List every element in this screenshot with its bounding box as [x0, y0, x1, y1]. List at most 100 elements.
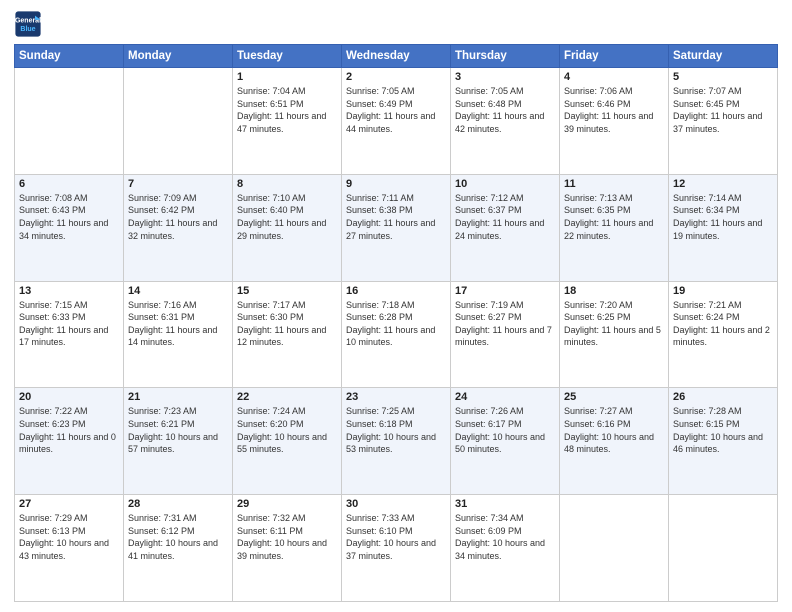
- calendar-table: SundayMondayTuesdayWednesdayThursdayFrid…: [14, 44, 778, 602]
- day-info: Sunrise: 7:21 AMSunset: 6:24 PMDaylight:…: [673, 299, 773, 349]
- day-info: Sunrise: 7:04 AMSunset: 6:51 PMDaylight:…: [237, 85, 337, 135]
- weekday-header: Wednesday: [342, 45, 451, 68]
- calendar-cell: 7 Sunrise: 7:09 AMSunset: 6:42 PMDaylight…: [124, 174, 233, 281]
- day-info: Sunrise: 7:22 AMSunset: 6:23 PMDaylight:…: [19, 405, 119, 455]
- day-info: Sunrise: 7:18 AMSunset: 6:28 PMDaylight:…: [346, 299, 446, 349]
- calendar-cell: 25 Sunrise: 7:27 AMSunset: 6:16 PMDayligh…: [560, 388, 669, 495]
- day-number: 16: [346, 285, 446, 297]
- day-info: Sunrise: 7:11 AMSunset: 6:38 PMDaylight:…: [346, 192, 446, 242]
- day-number: 28: [128, 498, 228, 510]
- day-info: Sunrise: 7:12 AMSunset: 6:37 PMDaylight:…: [455, 192, 555, 242]
- weekday-header: Saturday: [669, 45, 778, 68]
- weekday-header: Tuesday: [233, 45, 342, 68]
- calendar-cell: [669, 495, 778, 602]
- calendar-cell: 27 Sunrise: 7:29 AMSunset: 6:13 PMDayligh…: [15, 495, 124, 602]
- day-number: 4: [564, 71, 664, 83]
- day-number: 19: [673, 285, 773, 297]
- calendar-cell: 26 Sunrise: 7:28 AMSunset: 6:15 PMDayligh…: [669, 388, 778, 495]
- day-number: 20: [19, 391, 119, 403]
- calendar-cell: 2Sunrise: 7:05 AMSunset: 6:49 PMDaylight…: [342, 68, 451, 175]
- day-info: Sunrise: 7:29 AMSunset: 6:13 PMDaylight:…: [19, 512, 119, 562]
- calendar-week-row: 20 Sunrise: 7:22 AMSunset: 6:23 PMDayligh…: [15, 388, 778, 495]
- weekday-header: Friday: [560, 45, 669, 68]
- calendar-cell: 21Sunrise: 7:23 AMSunset: 6:21 PMDayligh…: [124, 388, 233, 495]
- calendar-cell: 14 Sunrise: 7:16 AMSunset: 6:31 PMDayligh…: [124, 281, 233, 388]
- day-info: Sunrise: 7:13 AMSunset: 6:35 PMDaylight:…: [564, 192, 664, 242]
- calendar-week-row: 27 Sunrise: 7:29 AMSunset: 6:13 PMDayligh…: [15, 495, 778, 602]
- day-number: 3: [455, 71, 555, 83]
- day-info: Sunrise: 7:05 AMSunset: 6:49 PMDaylight:…: [346, 85, 446, 135]
- calendar-cell: 8 Sunrise: 7:10 AMSunset: 6:40 PMDaylight…: [233, 174, 342, 281]
- day-number: 31: [455, 498, 555, 510]
- calendar-cell: 10 Sunrise: 7:12 AMSunset: 6:37 PMDayligh…: [451, 174, 560, 281]
- day-number: 6: [19, 178, 119, 190]
- day-number: 8: [237, 178, 337, 190]
- calendar-cell: 29Sunrise: 7:32 AMSunset: 6:11 PMDayligh…: [233, 495, 342, 602]
- day-number: 11: [564, 178, 664, 190]
- day-number: 26: [673, 391, 773, 403]
- day-info: Sunrise: 7:14 AMSunset: 6:34 PMDaylight:…: [673, 192, 773, 242]
- day-info: Sunrise: 7:16 AMSunset: 6:31 PMDaylight:…: [128, 299, 228, 349]
- day-info: Sunrise: 7:07 AMSunset: 6:45 PMDaylight:…: [673, 85, 773, 135]
- calendar-cell: 22Sunrise: 7:24 AMSunset: 6:20 PMDayligh…: [233, 388, 342, 495]
- day-info: Sunrise: 7:17 AMSunset: 6:30 PMDaylight:…: [237, 299, 337, 349]
- day-info: Sunrise: 7:26 AMSunset: 6:17 PMDaylight:…: [455, 405, 555, 455]
- day-info: Sunrise: 7:19 AMSunset: 6:27 PMDaylight:…: [455, 299, 555, 349]
- day-info: Sunrise: 7:10 AMSunset: 6:40 PMDaylight:…: [237, 192, 337, 242]
- day-info: Sunrise: 7:05 AMSunset: 6:48 PMDaylight:…: [455, 85, 555, 135]
- calendar-cell: 15Sunrise: 7:17 AMSunset: 6:30 PMDayligh…: [233, 281, 342, 388]
- calendar-cell: 5Sunrise: 7:07 AMSunset: 6:45 PMDaylight…: [669, 68, 778, 175]
- calendar-cell: 30 Sunrise: 7:33 AMSunset: 6:10 PMDayligh…: [342, 495, 451, 602]
- day-number: 1: [237, 71, 337, 83]
- svg-text:Blue: Blue: [20, 26, 35, 33]
- day-number: 24: [455, 391, 555, 403]
- day-number: 25: [564, 391, 664, 403]
- logo: General Blue: [14, 10, 44, 38]
- day-number: 10: [455, 178, 555, 190]
- calendar-cell: 6 Sunrise: 7:08 AMSunset: 6:43 PMDaylight…: [15, 174, 124, 281]
- calendar-cell: 12 Sunrise: 7:14 AMSunset: 6:34 PMDayligh…: [669, 174, 778, 281]
- weekday-header: Sunday: [15, 45, 124, 68]
- weekday-header: Monday: [124, 45, 233, 68]
- calendar-cell: 31 Sunrise: 7:34 AMSunset: 6:09 PMDayligh…: [451, 495, 560, 602]
- day-number: 17: [455, 285, 555, 297]
- calendar-week-row: 1 Sunrise: 7:04 AMSunset: 6:51 PMDaylight…: [15, 68, 778, 175]
- calendar-cell: 17 Sunrise: 7:19 AMSunset: 6:27 PMDayligh…: [451, 281, 560, 388]
- day-number: 9: [346, 178, 446, 190]
- calendar-cell: [15, 68, 124, 175]
- calendar-week-row: 6 Sunrise: 7:08 AMSunset: 6:43 PMDaylight…: [15, 174, 778, 281]
- calendar-cell: 16 Sunrise: 7:18 AMSunset: 6:28 PMDayligh…: [342, 281, 451, 388]
- day-number: 14: [128, 285, 228, 297]
- day-info: Sunrise: 7:06 AMSunset: 6:46 PMDaylight:…: [564, 85, 664, 135]
- day-info: Sunrise: 7:27 AMSunset: 6:16 PMDaylight:…: [564, 405, 664, 455]
- calendar-week-row: 13Sunrise: 7:15 AMSunset: 6:33 PMDayligh…: [15, 281, 778, 388]
- calendar-cell: 23 Sunrise: 7:25 AMSunset: 6:18 PMDayligh…: [342, 388, 451, 495]
- page: General Blue SundayMondayTuesdayWednesda…: [0, 0, 792, 612]
- calendar-cell: 11 Sunrise: 7:13 AMSunset: 6:35 PMDayligh…: [560, 174, 669, 281]
- day-number: 30: [346, 498, 446, 510]
- day-info: Sunrise: 7:09 AMSunset: 6:42 PMDaylight:…: [128, 192, 228, 242]
- logo-icon: General Blue: [14, 10, 42, 38]
- calendar-cell: 9 Sunrise: 7:11 AMSunset: 6:38 PMDaylight…: [342, 174, 451, 281]
- day-info: Sunrise: 7:28 AMSunset: 6:15 PMDaylight:…: [673, 405, 773, 455]
- calendar-cell: 28Sunrise: 7:31 AMSunset: 6:12 PMDayligh…: [124, 495, 233, 602]
- calendar-cell: 13Sunrise: 7:15 AMSunset: 6:33 PMDayligh…: [15, 281, 124, 388]
- day-info: Sunrise: 7:34 AMSunset: 6:09 PMDaylight:…: [455, 512, 555, 562]
- calendar-cell: 18Sunrise: 7:20 AMSunset: 6:25 PMDayligh…: [560, 281, 669, 388]
- day-info: Sunrise: 7:33 AMSunset: 6:10 PMDaylight:…: [346, 512, 446, 562]
- day-info: Sunrise: 7:08 AMSunset: 6:43 PMDaylight:…: [19, 192, 119, 242]
- day-info: Sunrise: 7:20 AMSunset: 6:25 PMDaylight:…: [564, 299, 664, 349]
- day-number: 7: [128, 178, 228, 190]
- day-number: 27: [19, 498, 119, 510]
- calendar-header-row: SundayMondayTuesdayWednesdayThursdayFrid…: [15, 45, 778, 68]
- calendar-cell: 20 Sunrise: 7:22 AMSunset: 6:23 PMDayligh…: [15, 388, 124, 495]
- weekday-header: Thursday: [451, 45, 560, 68]
- day-info: Sunrise: 7:15 AMSunset: 6:33 PMDaylight:…: [19, 299, 119, 349]
- day-number: 22: [237, 391, 337, 403]
- day-number: 23: [346, 391, 446, 403]
- day-number: 12: [673, 178, 773, 190]
- calendar-cell: [124, 68, 233, 175]
- day-info: Sunrise: 7:25 AMSunset: 6:18 PMDaylight:…: [346, 405, 446, 455]
- day-info: Sunrise: 7:23 AMSunset: 6:21 PMDaylight:…: [128, 405, 228, 455]
- calendar-cell: 4 Sunrise: 7:06 AMSunset: 6:46 PMDaylight…: [560, 68, 669, 175]
